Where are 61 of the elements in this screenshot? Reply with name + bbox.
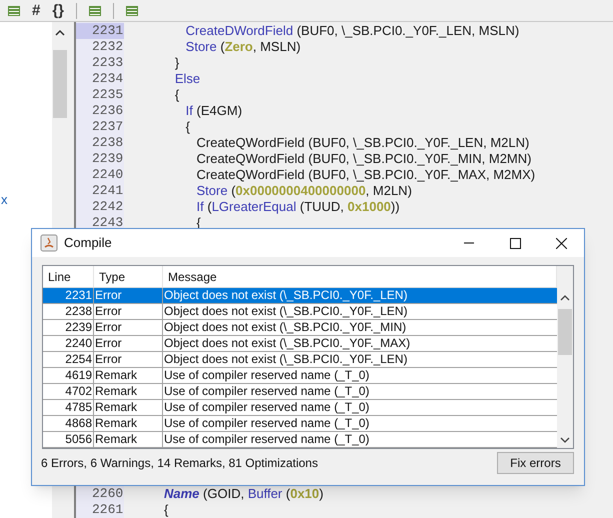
code-line: { (164, 502, 168, 518)
summary-text: 6 Errors, 6 Warnings, 14 Remarks, 81 Optimizations (41, 455, 318, 472)
code-line: Store (Zero, MSLN) (184, 39, 301, 55)
table-cell: Remark (94, 384, 163, 399)
line-number: 2236 (91, 103, 124, 119)
line-number: 2234 (91, 71, 124, 87)
table-cell: 2254 (43, 352, 94, 367)
table-cell: Remark (94, 400, 163, 415)
table-cell: 2240 (43, 336, 94, 351)
table-cell: 4868 (43, 416, 94, 431)
table-cell-text: Object does not exist (\_SB.PCI0._Y0F._LEN) (163, 352, 408, 367)
code-line: If (E4GM) (184, 103, 242, 119)
table-cell: 2239 (43, 320, 94, 335)
table-cell: 4702 (43, 384, 94, 399)
table-cell: 4785 (43, 400, 94, 415)
table-cell: Error (94, 288, 163, 303)
line-number: 2231 (76, 23, 124, 39)
line-number: 2238 (91, 135, 124, 151)
line-number: 2261 (91, 502, 124, 518)
code-line: CreateQWordField (BUF0, \_SB.PCI0._Y0F._MAX, M2MX) (196, 167, 536, 183)
code-line: CreateQWordField (BUF0, \_SB.PCI0._Y0F._MIN, M2MN) (196, 151, 532, 167)
table-cell: 4619 (43, 368, 94, 383)
table-cell: Error (94, 352, 163, 367)
table-cell-text: Use of compiler reserved name (_T_0) (163, 400, 370, 415)
table-cell-text: Object does not exist (\_SB.PCI0._Y0F._LEN) (163, 288, 408, 303)
table-cell: Error (94, 304, 163, 319)
table-cell: Error (94, 320, 163, 335)
table-cell-text: Object does not exist (\_SB.PCI0._Y0F._LEN) (163, 304, 408, 319)
table-cell: 2231 (43, 288, 94, 303)
table-cell: 5056 (43, 432, 94, 447)
line-number: 2232 (91, 39, 124, 55)
table-cell-text: Use of compiler reserved name (_T_0) (163, 432, 370, 447)
table-cell: Remark (94, 416, 163, 431)
code-line: CreateQWordField (BUF0, \_SB.PCI0._Y0F._LEN, M2LN) (196, 135, 530, 151)
table-cell: Remark (94, 432, 163, 447)
line-number: 2260 (91, 486, 124, 502)
line-number: 2242 (91, 199, 124, 215)
table-cell-text: Use of compiler reserved name (_T_0) (163, 384, 370, 399)
line-number: 2240 (91, 167, 124, 183)
line-number: 2239 (91, 151, 124, 167)
code-line: Else (174, 71, 200, 87)
code-line: Name (GOID, Buffer (0x10) (164, 486, 324, 502)
line-number: 2243 (91, 215, 124, 231)
line-number: 2235 (91, 87, 124, 103)
table-cell: Error (94, 336, 163, 351)
code-line: } (174, 55, 180, 71)
table-cell: Remark (94, 368, 163, 383)
code-line: { (184, 119, 190, 135)
code-line: If (LGreaterEqual (TUUD, 0x1000)) (196, 199, 400, 215)
table-cell-text: Use of compiler reserved name (_T_0) (163, 368, 370, 383)
table-cell-text: Use of compiler reserved name (_T_0) (163, 416, 370, 431)
window-title: Compile (64, 234, 112, 252)
table-cell-text: Object does not exist (\_SB.PCI0._Y0F._MIN) (163, 320, 408, 335)
line-number: 2237 (91, 119, 124, 135)
line-number: 2233 (91, 55, 124, 71)
code-line: { (174, 87, 180, 103)
line-number: 2241 (91, 183, 124, 199)
table-cell-text: Object does not exist (\_SB.PCI0._Y0F._MAX) (163, 336, 412, 351)
code-line: CreateDWordField (BUF0, \_SB.PCI0._Y0F._LEN, MSLN) (184, 23, 520, 39)
table-cell: 2238 (43, 304, 94, 319)
code-line: Store (0x0000000400000000, M2LN) (196, 183, 412, 199)
